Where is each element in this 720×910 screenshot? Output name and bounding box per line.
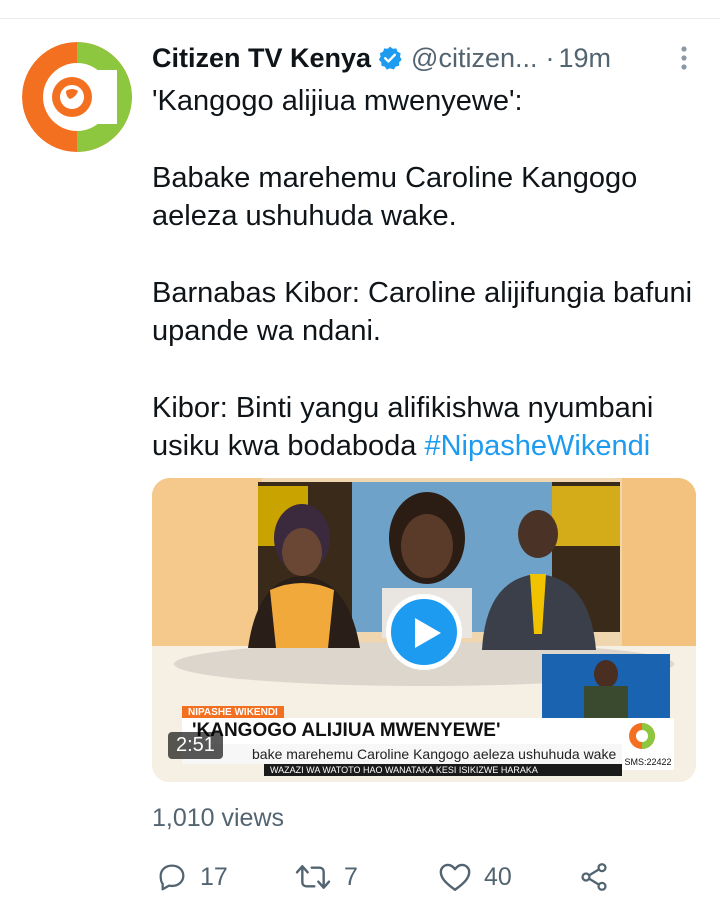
hashtag-link[interactable]: #NipasheWikendi — [424, 430, 650, 462]
tweet-line-3: Barnabas Kibor: Caroline alijifungia baf… — [152, 277, 693, 347]
tweet-line-1: 'Kangogo alijiua mwenyewe': — [152, 85, 523, 117]
top-divider — [0, 18, 720, 19]
retweet-icon — [295, 865, 331, 889]
more-options-icon[interactable] — [672, 42, 696, 74]
play-button[interactable] — [386, 594, 462, 670]
avatar[interactable] — [22, 42, 132, 152]
play-icon — [415, 618, 441, 648]
tweet-line-2: Babake marehemu Caroline Kangogo aeleza … — [152, 162, 638, 232]
like-button[interactable]: 40 — [438, 855, 512, 899]
tweet-body: Citizen TV Kenya @citizen... · 19m 'Kang… — [152, 36, 702, 465]
handle[interactable]: @citizen... — [411, 43, 537, 74]
share-button[interactable] — [578, 855, 610, 899]
tweet-text: 'Kangogo alijiua mwenyewe': Babake mareh… — [152, 82, 702, 465]
timestamp[interactable]: 19m — [559, 43, 612, 74]
tweet-line-4: Kibor: Binti yangu alifikishwa nyumbani … — [152, 389, 702, 465]
ticker-subline: bake marehemu Caroline Kangogo aeleza us… — [182, 744, 622, 764]
tweet-header: Citizen TV Kenya @citizen... · 19m — [152, 36, 702, 80]
ticker-scroll: WAZAZI WA WATOTO HAO WANATAKA KESI ISIKI… — [264, 764, 622, 776]
reply-count: 17 — [200, 862, 228, 891]
video-player[interactable]: NIPASHE WIKENDI 'KANGOGO ALIJIUA MWENYEW… — [152, 478, 696, 782]
action-bar: 17 7 40 — [152, 855, 622, 899]
view-count: 1,010 views — [152, 804, 285, 832]
citizen-tv-logo — [22, 42, 132, 152]
retweet-count: 7 — [344, 862, 358, 891]
retweet-button[interactable]: 7 — [294, 855, 358, 899]
share-icon — [581, 863, 607, 891]
heart-icon — [439, 863, 471, 891]
video-duration: 2:51 — [168, 732, 223, 759]
sms-label: SMS:22422 — [622, 754, 674, 770]
reply-button[interactable]: 17 — [156, 855, 228, 899]
separator-dot: · — [545, 42, 555, 73]
like-count: 40 — [484, 862, 512, 891]
verified-badge-icon — [377, 45, 403, 71]
ticker-headline: 'KANGOGO ALIJIUA MWENYEWE' — [182, 718, 622, 744]
display-name[interactable]: Citizen TV Kenya — [152, 43, 371, 74]
reply-icon — [159, 864, 185, 891]
